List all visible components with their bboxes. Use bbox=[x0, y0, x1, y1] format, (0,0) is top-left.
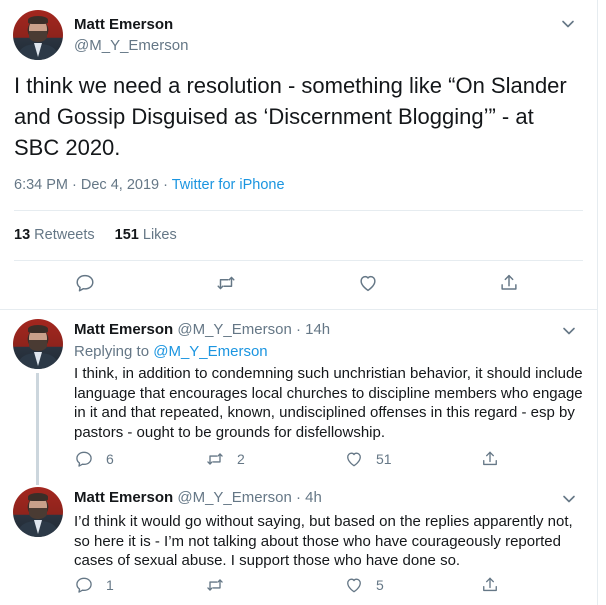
author-handle[interactable]: @M_Y_Emerson bbox=[74, 37, 188, 54]
likes-count: 151 bbox=[114, 227, 139, 243]
tweet-text: I think we need a resolution - something… bbox=[14, 73, 567, 160]
like-count: 51 bbox=[376, 451, 392, 467]
chevron-down-icon[interactable] bbox=[561, 17, 575, 31]
reply-text: I’d think it would go without saying, bu… bbox=[74, 513, 573, 570]
share-icon bbox=[480, 575, 500, 595]
author-handle[interactable]: @M_Y_Emerson bbox=[177, 321, 291, 338]
like-icon bbox=[344, 449, 364, 469]
tweet-source-link[interactable]: Twitter for iPhone bbox=[172, 177, 285, 193]
retweet-button[interactable] bbox=[205, 575, 237, 595]
divider bbox=[0, 309, 597, 310]
reply-button[interactable]: 6 bbox=[74, 449, 114, 469]
reply-icon bbox=[74, 575, 94, 595]
reply-icon bbox=[74, 449, 94, 469]
likes-stat[interactable]: 151 Likes bbox=[115, 227, 177, 243]
share-icon[interactable] bbox=[498, 272, 520, 294]
retweets-count: 13 bbox=[14, 227, 31, 243]
reply-header: Matt Emerson @M_Y_Emerson · 14h bbox=[74, 321, 330, 338]
avatar[interactable] bbox=[13, 319, 63, 369]
reply-count: 1 bbox=[106, 577, 114, 593]
reply-tweet[interactable]: Matt Emerson @M_Y_Emerson · 4h I’d think… bbox=[0, 481, 598, 603]
thread-connector-line bbox=[36, 373, 39, 485]
reply-header: Matt Emerson @M_Y_Emerson · 4h bbox=[74, 489, 322, 506]
replying-to: Replying to @M_Y_Emerson bbox=[74, 343, 268, 360]
tweet-meta: 6:34 PM · Dec 4, 2019 · Twitter for iPho… bbox=[14, 177, 285, 193]
likes-label: Likes bbox=[138, 227, 177, 243]
reply-count: 6 bbox=[106, 451, 114, 467]
replying-to-label: Replying to bbox=[74, 343, 154, 360]
author-name[interactable]: Matt Emerson bbox=[74, 489, 173, 506]
like-count: 5 bbox=[376, 577, 384, 593]
share-icon bbox=[480, 449, 500, 469]
main-tweet: Matt Emerson @M_Y_Emerson I think we nee… bbox=[0, 0, 597, 310]
divider bbox=[14, 210, 583, 211]
tweet-actions bbox=[0, 268, 598, 298]
reply-button[interactable]: 1 bbox=[74, 575, 114, 595]
reply-icon[interactable] bbox=[74, 272, 96, 294]
retweet-icon bbox=[205, 575, 225, 595]
reply-text: I think, in addition to condemning such … bbox=[74, 365, 583, 441]
retweets-stat[interactable]: 13 Retweets bbox=[14, 227, 95, 243]
like-button[interactable]: 51 bbox=[344, 449, 392, 469]
chevron-down-icon[interactable] bbox=[562, 492, 576, 506]
avatar[interactable] bbox=[13, 10, 63, 60]
retweet-icon[interactable] bbox=[215, 272, 237, 294]
like-icon[interactable] bbox=[357, 272, 379, 294]
tweet-timestamp[interactable]: 6:34 PM · Dec 4, 2019 · bbox=[14, 177, 172, 193]
reply-actions: 1 5 bbox=[74, 575, 574, 597]
tweet-time[interactable]: · 4h bbox=[292, 489, 322, 506]
author-name[interactable]: Matt Emerson bbox=[74, 321, 173, 338]
reply-tweet[interactable]: Matt Emerson @M_Y_Emerson · 14h Replying… bbox=[0, 313, 598, 485]
retweet-button[interactable]: 2 bbox=[205, 449, 245, 469]
replying-to-link[interactable]: @M_Y_Emerson bbox=[153, 343, 267, 360]
divider bbox=[14, 260, 583, 261]
tweet-stats: 13 Retweets 151 Likes bbox=[14, 227, 177, 243]
tweet-thread: Matt Emerson @M_Y_Emerson I think we nee… bbox=[0, 0, 598, 605]
chevron-down-icon[interactable] bbox=[562, 324, 576, 338]
reply-actions: 6 2 51 bbox=[74, 449, 574, 471]
share-button[interactable] bbox=[480, 449, 500, 469]
author-name[interactable]: Matt Emerson bbox=[74, 16, 173, 33]
retweets-label: Retweets bbox=[30, 227, 95, 243]
retweet-count: 2 bbox=[237, 451, 245, 467]
author-handle[interactable]: @M_Y_Emerson bbox=[177, 489, 291, 506]
like-button[interactable]: 5 bbox=[344, 575, 384, 595]
avatar[interactable] bbox=[13, 487, 63, 537]
share-button[interactable] bbox=[480, 575, 500, 595]
retweet-icon bbox=[205, 449, 225, 469]
tweet-time[interactable]: · 14h bbox=[292, 321, 330, 338]
like-icon bbox=[344, 575, 364, 595]
